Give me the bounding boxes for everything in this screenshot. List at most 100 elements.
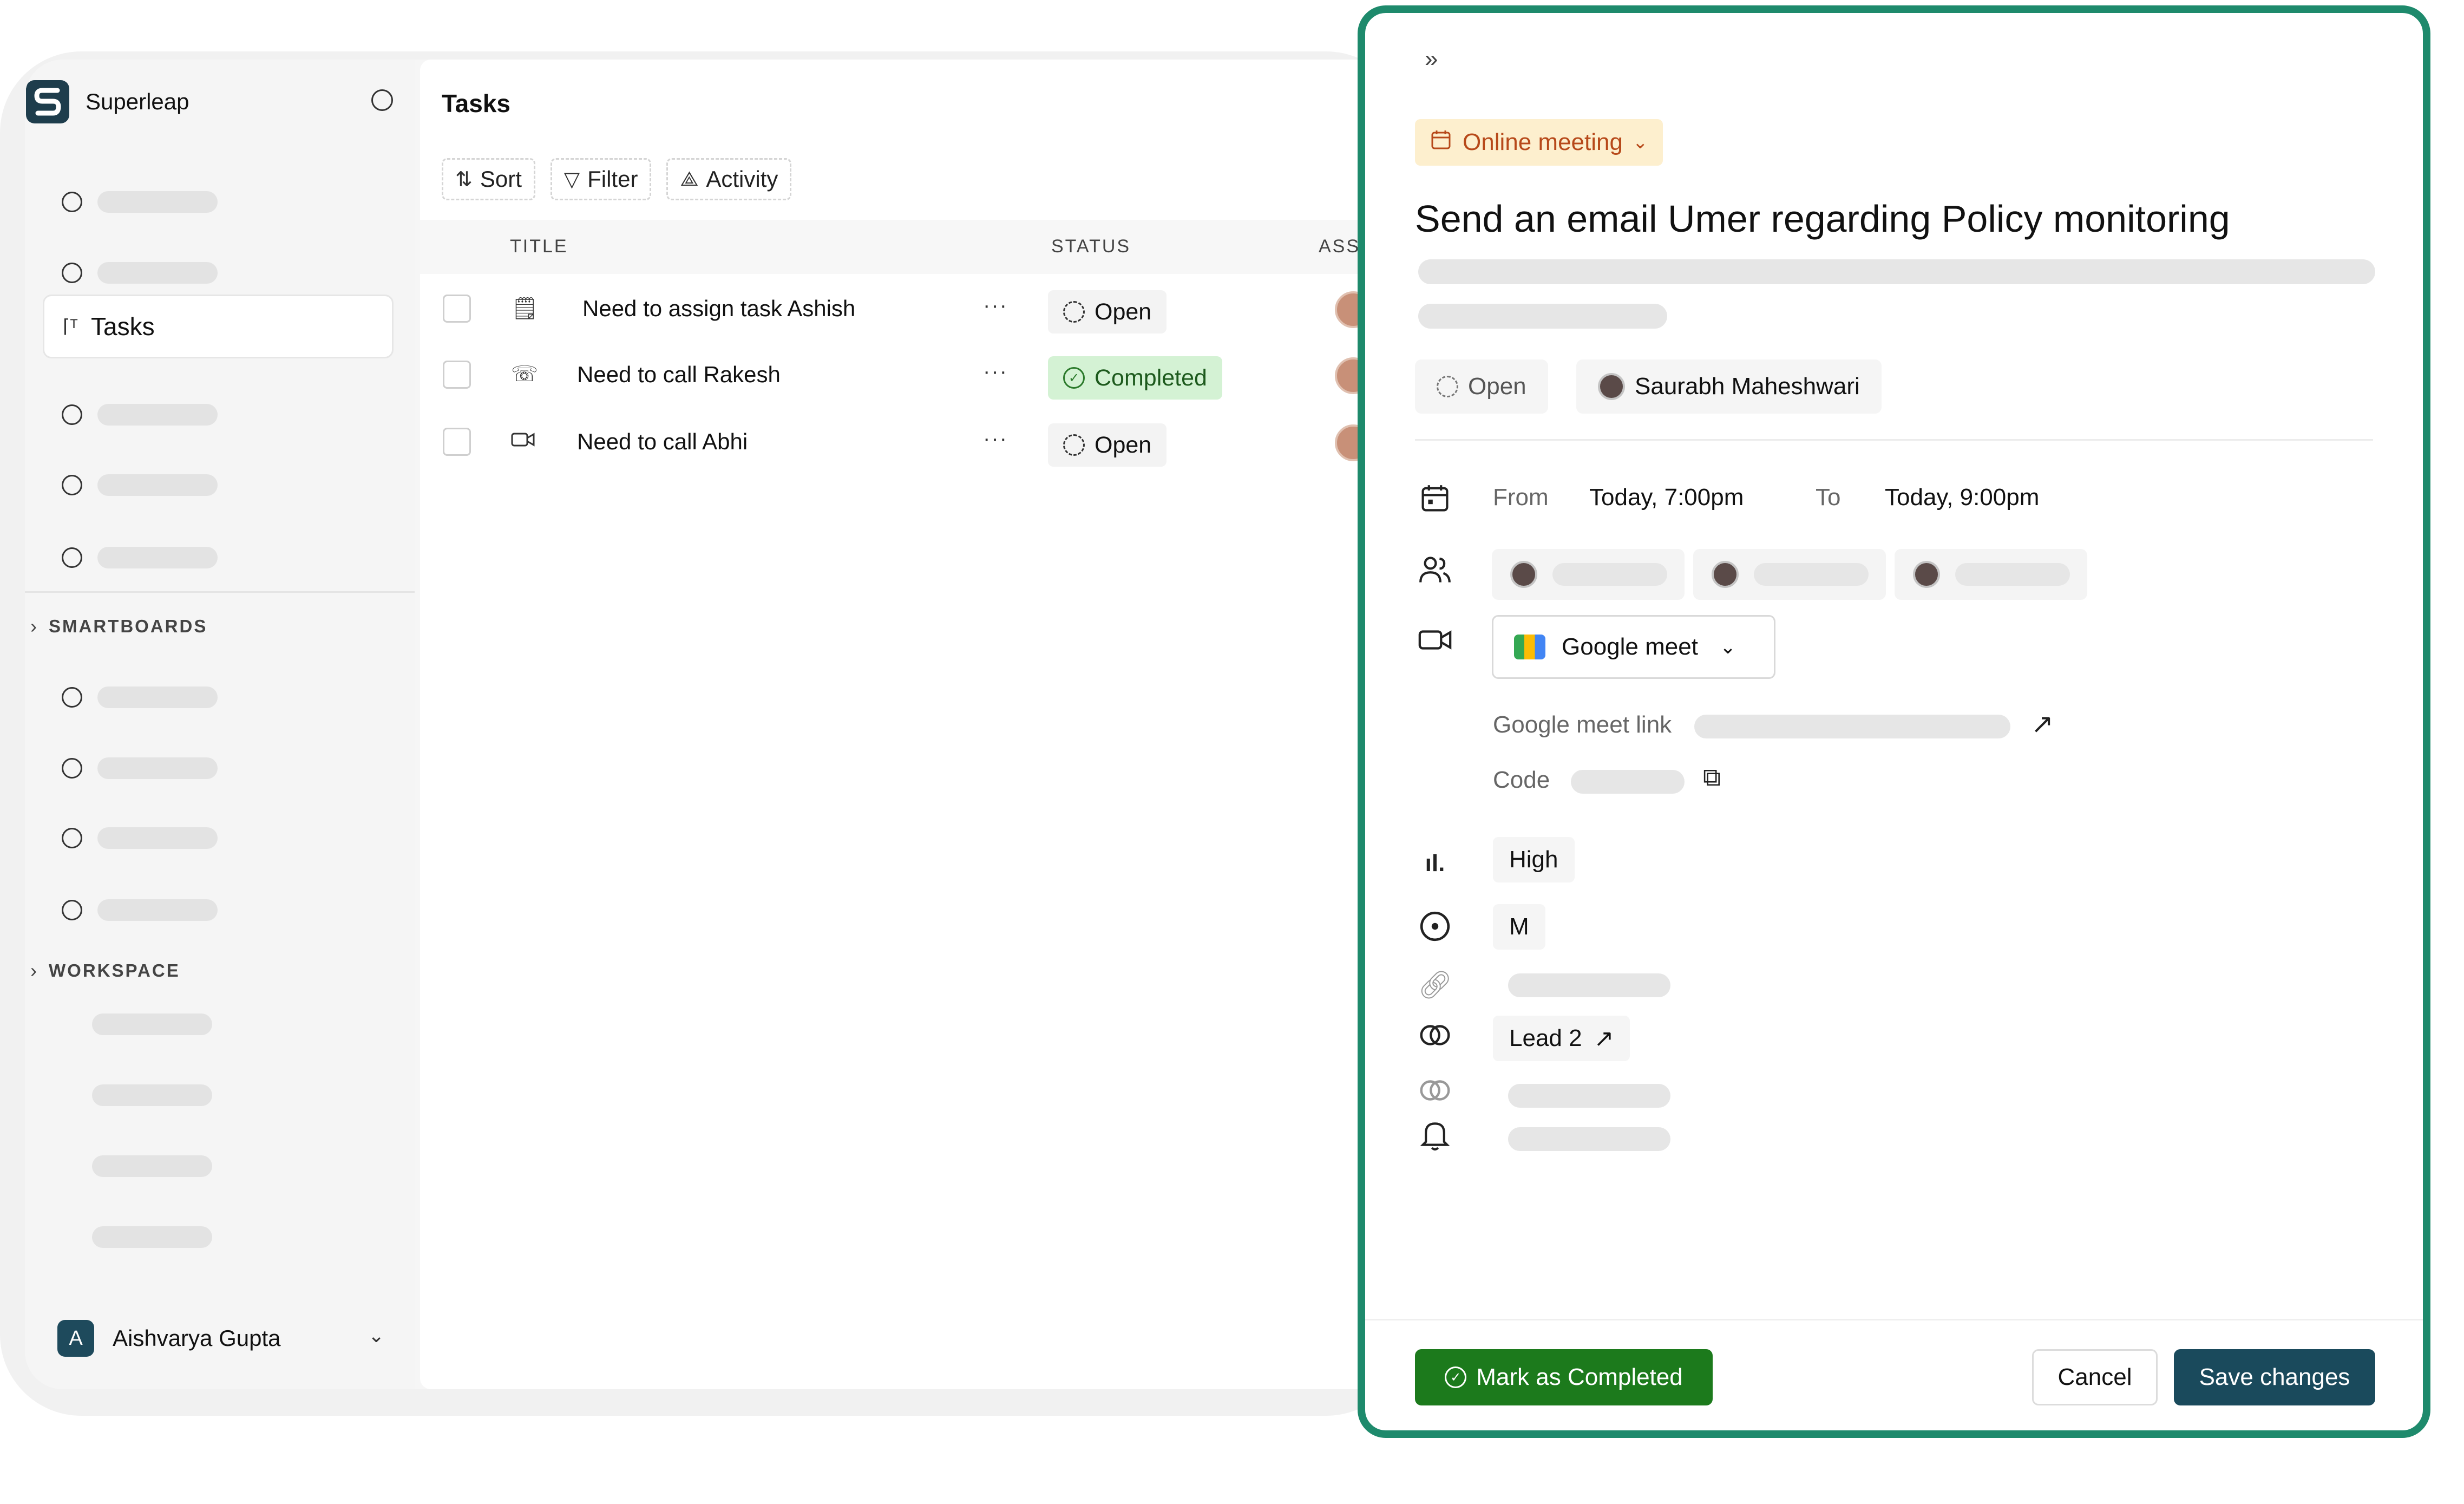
attendee-chip[interactable] — [1693, 549, 1886, 600]
circle-icon — [62, 475, 82, 495]
table-row[interactable]: ☏ Need to call Rakesh ··· ✓ Completed — [420, 343, 1411, 409]
brand[interactable]: Superleap — [26, 80, 189, 123]
copy-icon[interactable]: ⧉ — [1703, 762, 1721, 793]
chevron-down-icon: ⌄ — [368, 1324, 385, 1346]
save-button[interactable]: Save changes — [2174, 1349, 2375, 1405]
status-label: Completed — [1095, 364, 1207, 391]
code-placeholder[interactable] — [1571, 770, 1685, 794]
meeting-app-dropdown[interactable]: Google meet ⌄ — [1492, 615, 1775, 679]
sidebar-item[interactable] — [62, 398, 218, 431]
user-name: Aishvarya Gupta — [113, 1325, 281, 1351]
status-label: Open — [1095, 431, 1152, 458]
chevron-down-icon: ⌄ — [1632, 132, 1648, 153]
assignee-dropdown[interactable]: Saurabh Maheshwari — [1576, 359, 1882, 414]
sidebar-item[interactable] — [62, 186, 218, 218]
meeting-app-label: Google meet — [1562, 633, 1698, 660]
placeholder-bar[interactable] — [92, 1084, 212, 1106]
video-icon — [1416, 627, 1454, 658]
placeholder-bar[interactable] — [92, 1155, 212, 1177]
task-type-dropdown[interactable]: Online meeting ⌄ — [1415, 119, 1663, 166]
placeholder-bar[interactable] — [92, 1013, 212, 1035]
task-title[interactable]: Need to assign task Ashish — [582, 296, 855, 322]
footer-divider — [1365, 1319, 2423, 1320]
task-icon: 🗒 — [511, 297, 539, 321]
status-badge[interactable]: ✓ Completed — [1048, 356, 1222, 400]
to-label: To — [1816, 484, 1841, 511]
sidebar-divider — [25, 591, 415, 593]
video-icon — [511, 429, 535, 453]
sidebar-item[interactable] — [62, 541, 218, 574]
more-options-icon[interactable]: ··· — [983, 293, 1008, 318]
sidebar-item[interactable] — [62, 257, 218, 289]
section-workspace[interactable]: › WORKSPACE — [30, 959, 180, 982]
filter-button[interactable]: ▽ Filter — [550, 158, 652, 200]
divider — [1415, 439, 2373, 441]
sort-icon: ⇅ — [455, 168, 473, 191]
table-row[interactable]: Need to call Abhi ··· Open — [420, 410, 1411, 476]
linked-record-chip[interactable]: Lead 2 ↗ — [1493, 1016, 1630, 1061]
description-placeholder[interactable] — [1418, 259, 2375, 284]
to-datetime[interactable]: Today, 9:00pm — [1885, 484, 2039, 511]
task-title[interactable]: Send an email Umer regarding Policy moni… — [1415, 197, 2230, 240]
circle-icon — [62, 192, 82, 212]
external-link-icon[interactable]: ↗ — [2031, 708, 2054, 740]
placeholder-bar — [1754, 563, 1869, 586]
sidebar-item[interactable] — [62, 681, 218, 714]
status-badge[interactable]: Open — [1048, 423, 1167, 467]
activity-button[interactable]: ⟁ Activity — [666, 158, 792, 200]
cancel-button[interactable]: Cancel — [2032, 1349, 2158, 1405]
row-checkbox[interactable] — [443, 361, 471, 389]
sidebar-item[interactable] — [62, 469, 218, 501]
owner-badge[interactable]: M — [1493, 904, 1545, 950]
attendees-icon — [1416, 553, 1454, 593]
status-circle-icon[interactable] — [371, 89, 393, 111]
target-icon — [1416, 910, 1454, 950]
column-title[interactable]: TITLE — [510, 236, 568, 257]
from-datetime[interactable]: Today, 7:00pm — [1589, 484, 1744, 511]
page-title: Tasks — [442, 89, 511, 117]
chevron-down-icon: ⌄ — [1719, 636, 1736, 658]
description-placeholder[interactable] — [1418, 304, 1667, 329]
placeholder-bar — [1955, 563, 2070, 586]
sidebar: Superleap ⌈ᵀ Tasks › SMARTBOARDS › WORKS… — [25, 60, 415, 1389]
more-options-icon[interactable]: ··· — [983, 427, 1008, 451]
sidebar-item[interactable] — [62, 894, 218, 926]
sidebar-item[interactable] — [62, 752, 218, 784]
section-smartboards[interactable]: › SMARTBOARDS — [30, 615, 207, 638]
sort-button[interactable]: ⇅ Sort — [442, 158, 535, 200]
more-options-icon[interactable]: ··· — [983, 359, 1008, 384]
collapse-panel-icon[interactable]: » — [1425, 45, 1438, 73]
placeholder-bar — [97, 547, 218, 568]
bell-icon — [1416, 1117, 1454, 1158]
row-checkbox[interactable] — [443, 295, 471, 323]
placeholder-bar[interactable] — [1508, 1127, 1670, 1151]
external-link-icon[interactable]: ↗ — [1594, 1025, 1614, 1052]
assignee-name: Saurabh Maheshwari — [1635, 373, 1860, 400]
task-title[interactable]: Need to call Rakesh — [577, 362, 781, 388]
sidebar-item[interactable] — [62, 822, 218, 854]
placeholder-bar[interactable] — [92, 1226, 212, 1248]
status-badge[interactable]: Open — [1048, 290, 1167, 334]
activity-icon: ⟁ — [680, 167, 699, 191]
meet-link-placeholder[interactable] — [1694, 715, 2010, 738]
task-title[interactable]: Need to call Abhi — [577, 429, 748, 455]
attendee-chip[interactable] — [1492, 549, 1685, 600]
column-status[interactable]: STATUS — [1051, 236, 1131, 257]
task-detail-panel: » Online meeting ⌄ Send an email Umer re… — [1358, 5, 2430, 1438]
row-checkbox[interactable] — [443, 428, 471, 456]
status-dropdown[interactable]: Open — [1415, 359, 1548, 414]
priority-badge[interactable]: High — [1493, 837, 1575, 882]
placeholder-bar[interactable] — [1508, 1084, 1670, 1108]
toolbar: ⇅ Sort ▽ Filter ⟁ Activity — [442, 158, 807, 200]
attendee-chip[interactable] — [1895, 549, 2087, 600]
user-menu[interactable]: A Aishvarya Gupta ⌄ — [57, 1320, 404, 1357]
activity-label: Activity — [706, 166, 778, 192]
sidebar-item-tasks[interactable]: ⌈ᵀ Tasks — [43, 295, 394, 358]
mark-completed-button[interactable]: ✓ Mark as Completed — [1415, 1349, 1713, 1405]
app-name: Superleap — [86, 89, 189, 114]
table-header: TITLE STATUS ASSI — [420, 220, 1411, 274]
placeholder-bar[interactable] — [1508, 973, 1670, 997]
table-row[interactable]: 🗒 Need to assign task Ashish ··· Open — [420, 277, 1411, 343]
avatar — [1510, 561, 1537, 588]
tasks-icon: ⌈ᵀ — [63, 316, 78, 337]
